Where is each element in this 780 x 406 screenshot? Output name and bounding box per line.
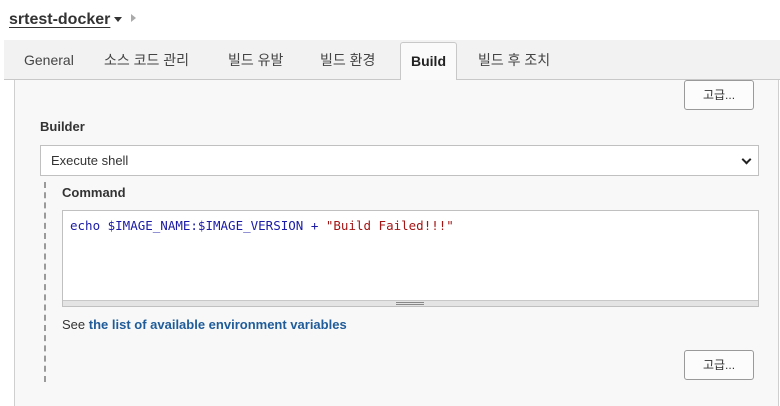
breadcrumb-separator-icon <box>131 14 136 22</box>
grip-icon <box>396 302 424 305</box>
chevron-down-icon <box>741 154 752 165</box>
command-code-string: "Build Failed!!!" <box>325 218 454 233</box>
see-prefix: See <box>62 317 89 332</box>
build-step-dashed-border <box>44 182 46 382</box>
tab-build-triggers[interactable]: 빌드 유발 <box>228 40 283 80</box>
tab-general[interactable]: General <box>24 40 74 80</box>
tab-post-build-actions[interactable]: 빌드 후 조치 <box>478 40 550 80</box>
advanced-button-bottom[interactable]: 고급... <box>684 350 754 380</box>
builder-selected-value: Execute shell <box>51 153 129 168</box>
tab-build[interactable]: Build <box>400 42 457 81</box>
caret-down-icon[interactable] <box>114 17 122 22</box>
tab-build-environment[interactable]: 빌드 환경 <box>320 40 375 80</box>
advanced-button-top[interactable]: 고급... <box>684 80 754 110</box>
tab-source-code[interactable]: 소스 코드 관리 <box>104 40 189 80</box>
job-name-link[interactable]: srtest-docker <box>9 11 110 29</box>
command-code-text: echo $IMAGE_NAME:$IMAGE_VERSION + <box>70 218 326 233</box>
builder-select[interactable]: Execute shell <box>40 145 759 176</box>
config-tab-bar: General 소스 코드 관리 빌드 유발 빌드 환경 Build 빌드 후 … <box>4 40 780 81</box>
command-code-line: echo $IMAGE_NAME:$IMAGE_VERSION + "Build… <box>70 218 454 233</box>
command-textarea[interactable]: echo $IMAGE_NAME:$IMAGE_VERSION + "Build… <box>62 210 759 307</box>
builder-label: Builder <box>40 119 85 134</box>
breadcrumb-bar: srtest-docker <box>0 0 780 40</box>
command-label: Command <box>62 185 126 200</box>
env-vars-link[interactable]: the list of available environment variab… <box>89 317 347 332</box>
textarea-resize-handle[interactable] <box>63 300 758 306</box>
env-vars-help: See the list of available environment va… <box>62 317 347 332</box>
